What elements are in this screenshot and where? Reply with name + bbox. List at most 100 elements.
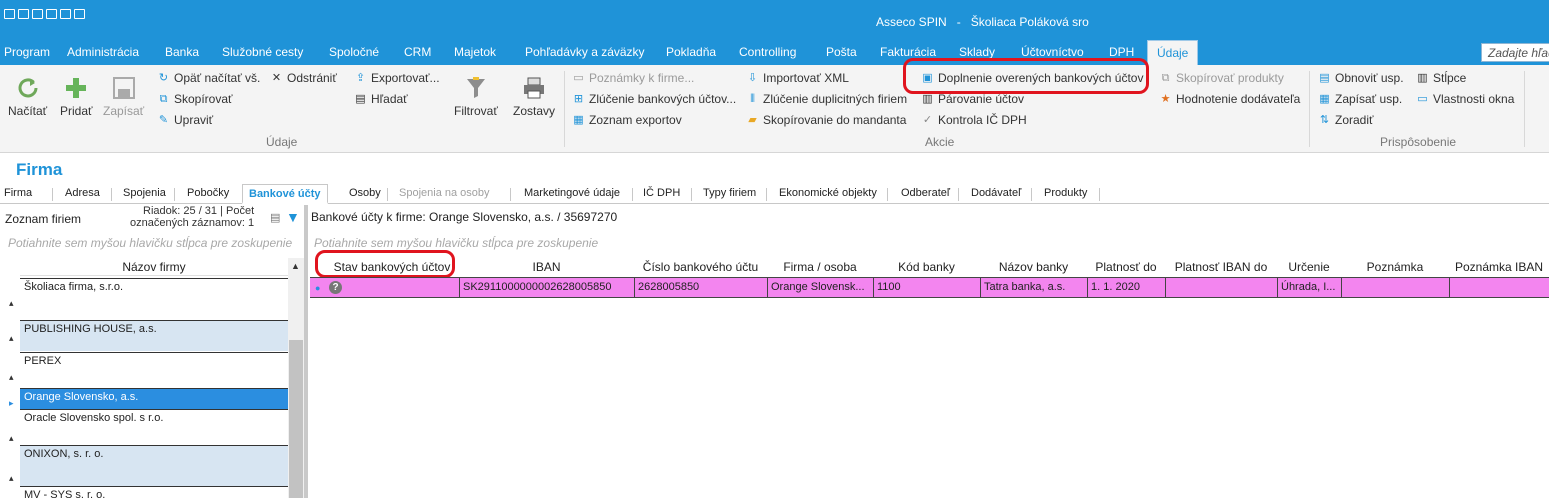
add-button[interactable]: Pridať — [60, 75, 93, 118]
menu-spolocne[interactable]: Spoločné — [329, 45, 379, 59]
menu-dph[interactable]: DPH — [1109, 45, 1134, 59]
cell-iban-valid-to[interactable] — [1165, 277, 1277, 298]
export-button[interactable]: ⇪ Exportovať... — [354, 71, 440, 85]
menu-banka[interactable]: Banka — [165, 45, 199, 59]
column-header-account-number[interactable]: Číslo bankového účtu — [634, 258, 767, 276]
refresh-layout-button[interactable]: ▤ Obnoviť usp. — [1318, 71, 1403, 85]
cell-bank-code[interactable]: 1100 — [873, 277, 980, 298]
tab-adresa[interactable]: Adresa — [65, 187, 100, 199]
merge-bank-accounts-button[interactable]: ⊞ Zlúčenie bankových účtov... — [572, 92, 736, 106]
menu-fakturacia[interactable]: Fakturácia — [880, 45, 936, 59]
right-group-hint[interactable]: Potiahnite sem myšou hlavičku stĺpca pre… — [314, 236, 714, 250]
save-layout-button[interactable]: ▦ Zapísať usp. — [1318, 92, 1402, 106]
column-header-iban[interactable]: IBAN — [459, 258, 634, 276]
list-item[interactable]: MV - SYS s. r. o. — [20, 486, 288, 498]
search-input[interactable]: Zadajte hľad — [1481, 43, 1549, 62]
quick-access-toolbar[interactable] — [4, 9, 85, 19]
tab-firma[interactable]: Firma — [4, 187, 32, 199]
scroll-thumb[interactable] — [289, 340, 303, 498]
tab-marketingove-udaje[interactable]: Marketingové údaje — [524, 187, 620, 199]
menu-sklady[interactable]: Sklady — [959, 45, 995, 59]
tab-ekonomicke-objekty[interactable]: Ekonomické objekty — [779, 187, 877, 199]
column-header-entity[interactable]: Firma / osoba — [767, 258, 873, 276]
column-header-company-name[interactable]: Názov firmy — [20, 258, 288, 276]
window-properties-button[interactable]: ▭ Vlastnosti okna — [1416, 92, 1514, 106]
reload-button[interactable]: Načítať — [8, 75, 47, 118]
columns-button[interactable]: ▥ Stĺpce — [1416, 71, 1466, 85]
copy-to-mandant-button[interactable]: ▰ Skopírovanie do mandanta — [746, 113, 906, 127]
tab-produkty[interactable]: Produkty — [1044, 187, 1087, 199]
grid-icon[interactable] — [18, 9, 29, 19]
columns-chooser-icon[interactable]: ▤ — [270, 211, 280, 224]
left-group-hint[interactable]: Potiahnite sem myšou hlavičku stĺpca pre… — [8, 236, 304, 250]
cell-iban[interactable]: SK2911000000002628005850 — [459, 277, 634, 298]
check-vat-button[interactable]: ✓ Kontrola IČ DPH — [921, 113, 1027, 127]
tab-osoby[interactable]: Osoby — [349, 187, 381, 199]
find-button[interactable]: ▤ Hľadať — [354, 92, 407, 106]
verified-bank-accounts-button[interactable]: ▣ Doplnenie overených bankových účtov — [921, 71, 1143, 85]
reload-all-button[interactable]: ↻ Opäť načítať vš. — [157, 71, 260, 85]
menu-uctovnictvo[interactable]: Účtovníctvo — [1021, 45, 1084, 59]
menu-pokladna[interactable]: Pokladňa — [666, 45, 716, 59]
tab-odberatel[interactable]: Odberateľ — [901, 187, 950, 199]
edit-button[interactable]: ✎ Upraviť — [157, 113, 213, 127]
tab-spojenia[interactable]: Spojenia — [123, 187, 166, 199]
tab-ic-dph[interactable]: IČ DPH — [643, 187, 680, 199]
menu-majetok[interactable]: Majetok — [454, 45, 496, 59]
menu-pohladavky[interactable]: Pohľadávky a záväzky — [525, 45, 645, 59]
filter-small-icon[interactable]: ▼ — [286, 209, 300, 225]
cell-note[interactable] — [1341, 277, 1449, 298]
company-notes-button[interactable]: ▭ Poznámky k firme... — [572, 71, 694, 85]
list-item[interactable]: Školiaca firma, s.r.o. — [20, 278, 288, 322]
cell-iban-note[interactable] — [1449, 277, 1549, 298]
list-item[interactable]: ONIXON, s. r. o. — [20, 445, 288, 487]
copy-button[interactable]: ⧉ Skopírovať — [157, 92, 233, 106]
cell-entity[interactable]: Orange Slovensk... — [767, 277, 873, 298]
menu-program[interactable]: Program — [4, 45, 50, 59]
scroll-up-icon[interactable]: ▲ — [291, 261, 300, 271]
grid-icon-2[interactable] — [32, 9, 43, 19]
menu-posta[interactable]: Pošta — [826, 45, 857, 59]
tab-bankove-ucty[interactable]: Bankové účty — [242, 184, 328, 204]
cell-bank-name[interactable]: Tatra banka, a.s. — [980, 277, 1087, 298]
menu-udaje[interactable]: Údaje — [1147, 40, 1199, 65]
column-header-status[interactable]: Stav bankových účtov — [325, 258, 459, 276]
menu-sluzobne-cesty[interactable]: Služobné cesty — [222, 45, 303, 59]
list-item[interactable]: PEREX — [20, 352, 288, 385]
copy-products-button[interactable]: ⧉ Skopírovať produkty — [1159, 71, 1284, 85]
pane-splitter[interactable] — [304, 205, 308, 498]
print-preview-icon[interactable] — [74, 9, 85, 19]
column-header-iban-note[interactable]: Poznámka IBAN — [1449, 258, 1549, 276]
mail-icon[interactable] — [46, 9, 57, 19]
tab-typy-firiem[interactable]: Typy firiem — [703, 187, 756, 199]
cell-purpose[interactable]: Úhrada, I... — [1277, 277, 1341, 298]
column-header-bank-code[interactable]: Kód banky — [873, 258, 980, 276]
column-header-valid-to[interactable]: Platnosť do — [1087, 258, 1165, 276]
tab-spojenia-na-osoby[interactable]: Spojenia na osoby — [399, 187, 490, 199]
menu-crm[interactable]: CRM — [404, 45, 431, 59]
column-header-bank-name[interactable]: Názov banky — [980, 258, 1087, 276]
tab-dodavatel[interactable]: Dodávateľ — [971, 187, 1021, 199]
list-item[interactable]: Oracle Slovensko spol. s r.o. — [20, 409, 288, 444]
column-header-note[interactable]: Poznámka — [1341, 258, 1449, 276]
tab-pobocky[interactable]: Pobočky — [187, 187, 229, 199]
cell-valid-to[interactable]: 1. 1. 2020 — [1087, 277, 1165, 298]
sort-button[interactable]: ⇅ Zoradiť — [1318, 113, 1374, 127]
pair-accounts-button[interactable]: ▥ Párovanie účtov — [921, 92, 1024, 106]
list-item[interactable]: PUBLISHING HOUSE, a.s. — [20, 320, 288, 351]
save-button[interactable]: Zapísať — [103, 75, 144, 118]
column-header-purpose[interactable]: Určenie — [1277, 258, 1341, 276]
menu-controlling[interactable]: Controlling — [739, 45, 796, 59]
supplier-rating-button[interactable]: ★ Hodnotenie dodávateľa — [1159, 92, 1301, 106]
company-list-scrollbar[interactable]: ▲ — [288, 258, 304, 498]
restore-icon[interactable] — [4, 9, 15, 19]
remove-button[interactable]: ✕ Odstrániť — [270, 71, 337, 85]
column-header-iban-valid-to[interactable]: Platnosť IBAN do — [1165, 258, 1277, 276]
reports-button[interactable]: Zostavy — [513, 75, 555, 118]
merge-duplicates-button[interactable]: ⫴ Zlúčenie duplicitných firiem — [746, 92, 907, 106]
export-list-button[interactable]: ▦ Zoznam exportov — [572, 113, 681, 127]
filter-button[interactable]: Filtrovať — [454, 75, 498, 118]
cell-account-number[interactable]: 2628005850 — [634, 277, 767, 298]
print-icon[interactable] — [60, 9, 71, 19]
menu-administracia[interactable]: Administrácia — [67, 45, 139, 59]
